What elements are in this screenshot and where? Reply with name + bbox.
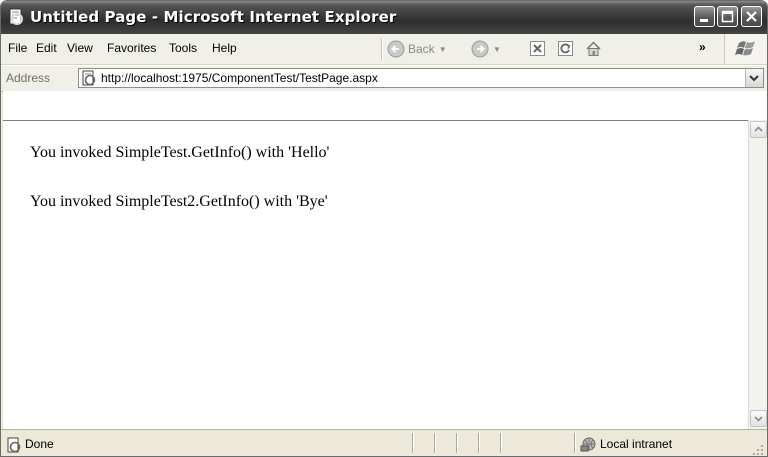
status-text: Done xyxy=(25,437,54,451)
page-content xyxy=(3,120,748,430)
toolbar-separator xyxy=(381,38,382,60)
vertical-scrollbar[interactable] xyxy=(748,120,767,429)
page-done-icon xyxy=(7,437,21,453)
status-separator xyxy=(434,433,435,453)
content-area-top xyxy=(3,91,767,120)
scroll-up-button[interactable] xyxy=(750,121,767,138)
forward-button[interactable]: ▼ xyxy=(471,39,501,59)
home-icon[interactable] xyxy=(585,40,602,57)
minimize-icon xyxy=(700,19,708,22)
status-separator xyxy=(574,433,575,453)
back-dropdown-icon[interactable]: ▼ xyxy=(439,45,447,54)
menu-bar: File Edit View Favorites Tools Help Back… xyxy=(1,34,767,65)
back-button[interactable]: Back ▼ xyxy=(387,39,447,59)
back-arrow-icon xyxy=(387,40,405,58)
back-label: Back xyxy=(408,42,435,56)
status-separator xyxy=(478,433,479,453)
status-separator xyxy=(500,433,501,453)
browser-window: Untitled Page - Microsoft Internet Explo… xyxy=(0,0,768,457)
address-input[interactable]: http://localhost:1975/ComponentTest/Test… xyxy=(78,68,764,88)
windows-logo-icon xyxy=(735,41,755,56)
resize-grip-icon[interactable] xyxy=(750,442,764,456)
status-separator xyxy=(456,433,457,453)
menu-edit[interactable]: Edit xyxy=(36,41,57,55)
chevron-down-icon xyxy=(749,75,759,82)
address-bar: Address http://localhost:1975/ComponentT… xyxy=(1,65,767,92)
local-intranet-icon xyxy=(580,437,596,452)
output-line-1: You invoked SimpleTest.GetInfo() with 'H… xyxy=(30,144,330,161)
chevron-down-icon xyxy=(754,416,763,422)
ie-page-icon xyxy=(9,8,23,25)
menu-help[interactable]: Help xyxy=(212,41,237,55)
chevron-up-icon xyxy=(754,126,763,132)
toolbar-overflow-button[interactable]: » xyxy=(699,40,705,54)
refresh-icon[interactable] xyxy=(557,40,574,57)
maximize-button[interactable] xyxy=(717,6,738,27)
menu-file[interactable]: File xyxy=(8,41,27,55)
windows-logo xyxy=(724,34,767,64)
output-line-2: You invoked SimpleTest2.GetInfo() with '… xyxy=(30,193,328,210)
maximize-icon xyxy=(721,10,734,23)
menu-tools[interactable]: Tools xyxy=(169,41,197,55)
close-icon xyxy=(746,11,757,22)
page-icon xyxy=(82,70,96,86)
title-bar[interactable]: Untitled Page - Microsoft Internet Explo… xyxy=(1,1,767,34)
menu-favorites[interactable]: Favorites xyxy=(107,41,156,55)
forward-arrow-icon xyxy=(471,40,489,58)
address-label: Address xyxy=(6,71,51,85)
minimize-button[interactable] xyxy=(694,6,715,27)
status-separator xyxy=(412,433,413,453)
stop-icon[interactable] xyxy=(529,40,546,57)
scroll-down-button[interactable] xyxy=(750,410,767,427)
address-url: http://localhost:1975/ComponentTest/Test… xyxy=(101,71,378,85)
menu-view[interactable]: View xyxy=(67,41,93,55)
close-button[interactable] xyxy=(741,6,762,27)
status-bar: Done Local intranet xyxy=(1,429,767,456)
address-dropdown-button[interactable] xyxy=(745,69,763,87)
window-title: Untitled Page - Microsoft Internet Explo… xyxy=(30,8,397,26)
security-zone-label: Local intranet xyxy=(600,437,673,451)
forward-dropdown-icon[interactable]: ▼ xyxy=(493,45,501,54)
